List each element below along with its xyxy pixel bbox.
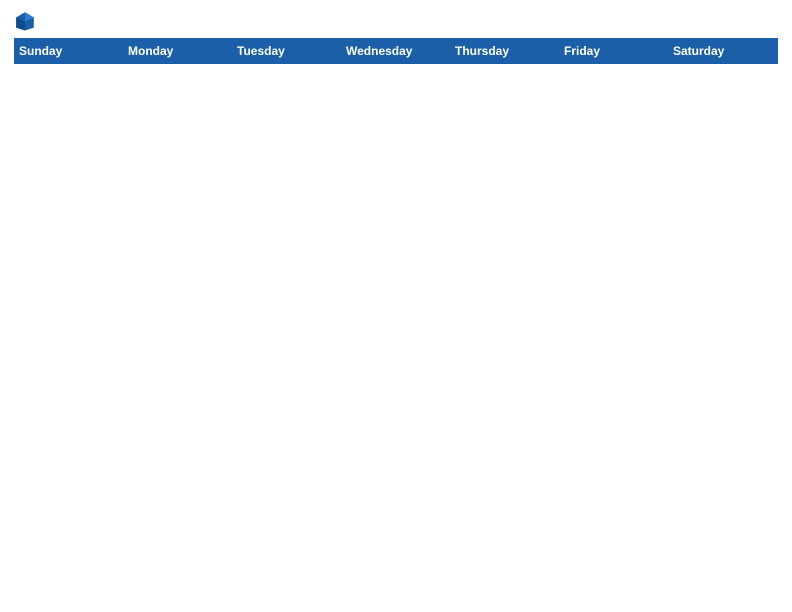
weekday-header: Wednesday bbox=[342, 39, 451, 64]
weekday-header: Friday bbox=[560, 39, 669, 64]
weekday-header: Sunday bbox=[15, 39, 124, 64]
calendar-table: SundayMondayTuesdayWednesdayThursdayFrid… bbox=[14, 38, 778, 602]
weekday-header: Monday bbox=[124, 39, 233, 64]
weekday-header: Thursday bbox=[451, 39, 560, 64]
logo-icon bbox=[14, 10, 36, 32]
weekday-header: Tuesday bbox=[233, 39, 342, 64]
logo bbox=[14, 10, 40, 32]
weekday-header: Saturday bbox=[669, 39, 778, 64]
